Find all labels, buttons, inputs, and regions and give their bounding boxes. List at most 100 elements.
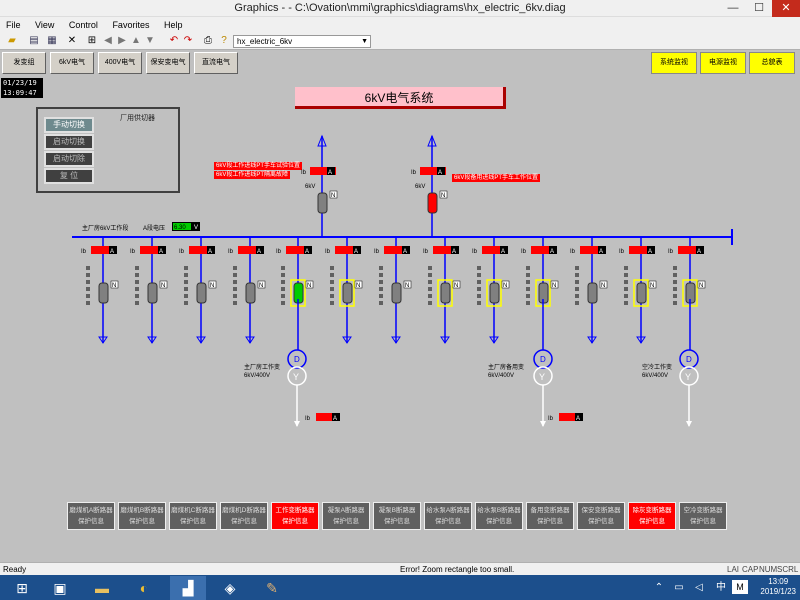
feeder-breaker[interactable]: [98, 282, 109, 304]
app-icon-network[interactable]: ◈: [212, 576, 248, 600]
feeder-3[interactable]: Ib A N: [179, 237, 217, 344]
menu-control[interactable]: Control: [63, 17, 104, 30]
close-button[interactable]: ✕: [772, 0, 800, 17]
protection-button-13[interactable]: 空冷变断路器 保护信息: [679, 502, 727, 530]
menu-bar: File View Control Favorites Help: [0, 17, 800, 33]
zoom-icon[interactable]: ⊞: [86, 35, 98, 47]
incomer-2[interactable]: Ib A 6kV N: [411, 134, 448, 237]
protection-button-5[interactable]: 工作变断路器 保护信息: [271, 502, 319, 530]
feeder-name-glyph: [233, 301, 237, 305]
system-clock[interactable]: 13:09 2019/1/23: [760, 577, 796, 597]
transformer-3-name: 空冷工作变: [642, 363, 672, 371]
server-manager-icon[interactable]: ▣: [42, 576, 78, 600]
feeder-9[interactable]: Ib A N: [472, 237, 510, 344]
tray-up-icon[interactable]: ⌃: [650, 576, 668, 600]
feeder-breaker[interactable]: [489, 282, 500, 304]
protection-button-3[interactable]: 磨煤机C断路器 保护信息: [169, 502, 217, 530]
protection-button-8[interactable]: 给水泵A断路器 保护信息: [424, 502, 472, 530]
feeder-12[interactable]: Ib A N: [619, 237, 657, 344]
feeder-breaker[interactable]: [342, 282, 353, 304]
feeder-name-glyph: [184, 294, 188, 298]
low-ib-2-label: Ib: [548, 416, 554, 422]
menu-help[interactable]: Help: [158, 17, 189, 30]
transformer-1[interactable]: D Y 主厂房工作变 6kV/400V: [244, 349, 307, 427]
feeder-7[interactable]: Ib A N: [374, 237, 412, 344]
minimize-button[interactable]: —: [722, 0, 744, 17]
diagram-select[interactable]: hx_electric_6kv ▼: [233, 35, 371, 48]
protection-button-4[interactable]: 磨煤机D断路器 保护信息: [220, 502, 268, 530]
transformer-3[interactable]: D Y 空冷工作变 6kV/400V: [642, 349, 699, 427]
back-icon[interactable]: ◀: [102, 35, 114, 47]
feeder-name-glyph: [330, 294, 334, 298]
protection-button-2[interactable]: 磨煤机B断路器 保护信息: [118, 502, 166, 530]
feeder-breaker[interactable]: [196, 282, 207, 304]
forward-icon[interactable]: ▶: [116, 35, 128, 47]
undo-icon[interactable]: ↶: [168, 35, 180, 47]
incomer-1-breaker[interactable]: [317, 192, 328, 214]
volume-icon[interactable]: ◁: [690, 576, 708, 600]
feeder-breaker[interactable]: [391, 282, 402, 304]
ime-icon[interactable]: 中: [712, 576, 730, 600]
feeder-2[interactable]: Ib A N: [130, 237, 168, 344]
protection-button-9[interactable]: 给水泵B断路器 保护信息: [475, 502, 523, 530]
feeder-name-glyph: [379, 266, 383, 270]
svg-text:N: N: [331, 193, 335, 199]
redo-icon[interactable]: ↷: [182, 35, 194, 47]
maximize-button[interactable]: ☐: [748, 0, 770, 17]
feeder-breaker[interactable]: [147, 282, 158, 304]
feeder-breaker[interactable]: [440, 282, 451, 304]
start-icon[interactable]: ⊞: [4, 576, 40, 600]
app-icon-graphics[interactable]: ▟: [170, 576, 206, 600]
down-icon[interactable]: ▼: [144, 35, 156, 47]
help-icon[interactable]: ?: [218, 35, 230, 47]
up-icon[interactable]: ▲: [130, 35, 142, 47]
incomer-1[interactable]: Ib A 6kV N: [301, 134, 338, 237]
protection-button-subtitle: 保护信息: [282, 518, 308, 525]
protection-button-11[interactable]: 保安变断路器 保护信息: [577, 502, 625, 530]
feeder-name-glyph: [135, 301, 139, 305]
menu-file[interactable]: File: [0, 17, 27, 30]
feeder-11[interactable]: Ib A N: [570, 237, 608, 344]
feeder-unit: A: [697, 249, 701, 255]
feeder-1[interactable]: Ib A N: [81, 237, 119, 344]
feeder-name-glyph: [135, 287, 139, 291]
print-preview-icon[interactable]: ▤: [28, 35, 40, 47]
feeder-name-glyph: [135, 280, 139, 284]
protection-button-6[interactable]: 凝泵A断路器 保护信息: [322, 502, 370, 530]
protection-button-10[interactable]: 备用变断路器 保护信息: [526, 502, 574, 530]
protection-button-title: 磨煤机C断路器: [171, 507, 215, 514]
open-icon[interactable]: ▰: [6, 35, 18, 47]
protection-button-7[interactable]: 凝泵B断路器 保护信息: [373, 502, 421, 530]
feeder-unit: A: [354, 249, 358, 255]
feeder-ib-label: Ib: [668, 249, 674, 255]
feeder-name-glyph: [673, 294, 677, 298]
feeder-6[interactable]: Ib A N: [325, 237, 363, 344]
feeder-10[interactable]: Ib A N: [521, 237, 559, 350]
delete-icon[interactable]: ✕: [66, 35, 78, 47]
feeder-8[interactable]: Ib A N: [423, 237, 461, 344]
network-icon[interactable]: ▭: [670, 576, 688, 600]
feeder-5[interactable]: Ib A N: [276, 237, 314, 350]
feeder-name-glyph: [281, 273, 285, 277]
app-icon-sun[interactable]: ◐: [126, 576, 162, 600]
input-method-icon[interactable]: M: [732, 580, 748, 594]
feeder-4[interactable]: Ib A N: [228, 237, 266, 344]
feeder-breaker[interactable]: [587, 282, 598, 304]
menu-view[interactable]: View: [29, 17, 60, 30]
single-line-diagram: 主厂房6kV工作段 A段电压 6.30 V Ib A 6kV N Ib A 6k…: [72, 134, 733, 427]
app-icon-paint[interactable]: ✎: [254, 576, 290, 600]
protection-button-1[interactable]: 磨煤机A断路器 保护信息: [67, 502, 115, 530]
feeder-breaker[interactable]: [636, 282, 647, 304]
file-explorer-icon[interactable]: ▬: [84, 576, 120, 600]
feeder-breaker[interactable]: [245, 282, 256, 304]
feeder-name-glyph: [428, 280, 432, 284]
status-lai: LAI: [727, 565, 740, 574]
save-icon[interactable]: ▦: [46, 35, 58, 47]
feeder-13[interactable]: Ib A N: [668, 237, 706, 350]
incomer-2-breaker[interactable]: [427, 192, 438, 214]
printer-icon[interactable]: ⎙: [202, 35, 214, 47]
transformer-2[interactable]: D Y 主厂房备用变 6kV/400V: [488, 349, 553, 427]
protection-button-title: 除灰变断路器: [632, 507, 672, 514]
menu-favorites[interactable]: Favorites: [106, 17, 155, 30]
protection-button-12[interactable]: 除灰变断路器 保护信息: [628, 502, 676, 530]
